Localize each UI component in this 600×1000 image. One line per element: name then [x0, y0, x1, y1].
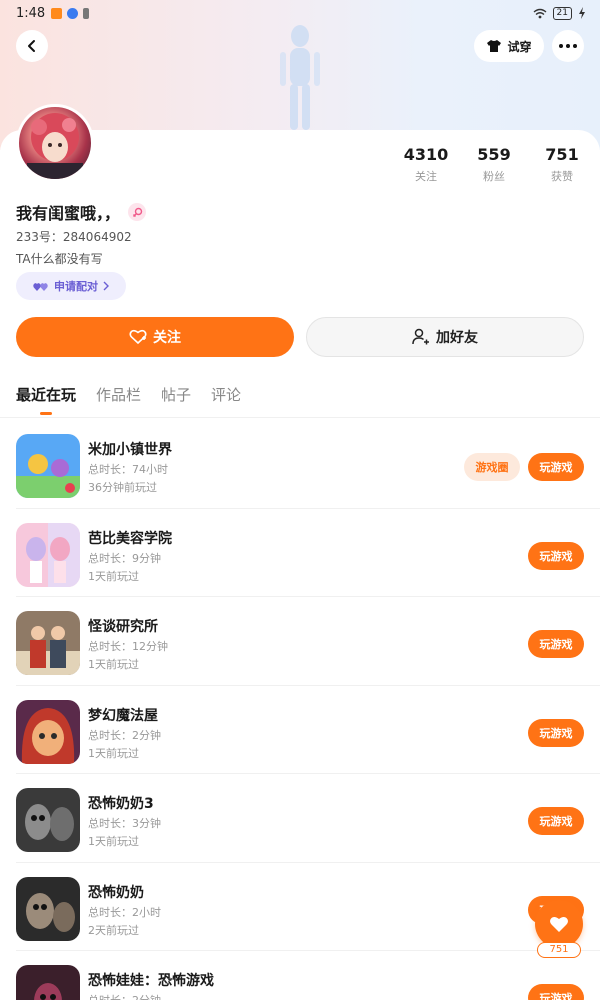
- heart-icon: [550, 916, 568, 932]
- notification-app-icon: [51, 7, 63, 19]
- floating-like-button[interactable]: [535, 900, 583, 948]
- add-friend-label: 加好友: [436, 330, 478, 346]
- nickname-text: 我有闺蜜哦，，: [16, 204, 121, 223]
- game-icon[interactable]: [16, 965, 80, 1000]
- tshirt-icon: [487, 40, 502, 52]
- stat-fans[interactable]: 559 粉丝: [464, 145, 524, 184]
- game-last-played: 1天前玩过: [88, 569, 139, 583]
- avatar-figure-silhouette: [280, 25, 320, 130]
- list-item[interactable]: 米加小镇世界 总时长：74小时 36分钟前玩过 游戏圈 玩游戏: [16, 420, 600, 509]
- play-game-button[interactable]: 玩游戏: [528, 453, 584, 481]
- battery-level: 21: [552, 6, 572, 20]
- stat-label: 粉丝: [483, 170, 505, 183]
- tab-works[interactable]: 作品栏: [96, 384, 141, 420]
- back-button[interactable]: [16, 30, 48, 62]
- game-total-duration: 总时长：12分钟: [88, 640, 168, 653]
- like-count-badge: 751: [537, 942, 581, 958]
- game-name: 梦幻魔法屋: [88, 707, 158, 724]
- stat-value: 4310: [403, 145, 449, 164]
- profile-stats: 4310 关注 559 粉丝 751 获赞: [0, 145, 600, 185]
- status-time: 1:48: [16, 5, 46, 21]
- play-game-button[interactable]: 玩游戏: [528, 984, 584, 1000]
- list-item[interactable]: 芭比美容学院 总时长：9分钟 1天前玩过 玩游戏: [16, 509, 600, 597]
- list-item[interactable]: 梦幻魔法屋 总时长：2分钟 1天前玩过 玩游戏: [16, 686, 600, 774]
- user-nickname: 我有闺蜜哦，，: [16, 200, 147, 224]
- stat-value: 559: [477, 145, 511, 164]
- game-name: 恐怖娃娃：恐怖游戏: [88, 973, 214, 989]
- user-id: 233号：284064902: [16, 230, 132, 244]
- stat-following[interactable]: 4310 关注: [396, 145, 456, 184]
- play-game-button[interactable]: 玩游戏: [528, 718, 584, 747]
- game-name: 恐怖奶奶: [88, 884, 144, 901]
- game-total-duration: 总时长：3分钟: [88, 817, 161, 830]
- more-dots-icon: [559, 44, 577, 48]
- play-game-button[interactable]: 玩游戏: [528, 630, 584, 658]
- game-icon[interactable]: [16, 434, 80, 498]
- add-friend-button[interactable]: 加好友: [306, 317, 584, 357]
- list-item[interactable]: 恐怖娃娃：恐怖游戏 总时长：2分钟 玩游戏: [16, 951, 600, 1000]
- stat-likes[interactable]: 751 获赞: [532, 145, 592, 184]
- try-on-label: 试穿: [507, 39, 532, 54]
- profile-tabs: 最近在玩 作品栏 帖子 评论: [16, 384, 241, 420]
- request-match-button[interactable]: 申请配对: [16, 272, 126, 300]
- game-name: 芭比美容学院: [88, 530, 172, 547]
- wifi-icon: [533, 8, 546, 18]
- game-last-played: 2天前玩过: [88, 923, 139, 937]
- follow-label: 关注: [153, 330, 181, 346]
- game-total-duration: 总时长：74小时: [88, 463, 168, 476]
- heart-plus-icon: [129, 329, 147, 345]
- game-total-duration: 总时长：2小时: [88, 905, 161, 919]
- request-match-label: 申请配对: [54, 280, 98, 293]
- charging-icon: [579, 7, 585, 19]
- list-item[interactable]: 恐怖奶奶3 总时长：3分钟 1天前玩过 玩游戏: [16, 774, 600, 863]
- add-user-icon: [412, 328, 429, 345]
- game-name: 米加小镇世界: [88, 442, 172, 458]
- list-item[interactable]: 怪谈研究所 总时长：12分钟 1天前玩过 玩游戏: [16, 597, 600, 686]
- notification-app-icon: [67, 7, 79, 19]
- stat-label: 关注: [415, 170, 437, 183]
- chevron-right-icon: [103, 281, 109, 291]
- game-circle-button[interactable]: 游戏圈: [464, 453, 520, 481]
- game-total-duration: 总时长：9分钟: [88, 551, 161, 565]
- divider: [0, 417, 600, 418]
- try-on-button[interactable]: 试穿: [474, 30, 544, 62]
- play-game-button[interactable]: 玩游戏: [528, 807, 584, 835]
- female-gender-icon: [128, 203, 147, 221]
- status-bar: 1:48 21: [0, 0, 600, 26]
- tab-posts[interactable]: 帖子: [161, 384, 191, 420]
- double-heart-icon: [33, 283, 48, 291]
- game-icon[interactable]: [16, 876, 80, 941]
- recently-played-list: 米加小镇世界 总时长：74小时 36分钟前玩过 游戏圈 玩游戏 芭比美容学院 总…: [0, 420, 600, 1000]
- game-icon[interactable]: [16, 522, 80, 587]
- tab-comments[interactable]: 评论: [211, 384, 241, 420]
- list-item[interactable]: 恐怖奶奶 总时长：2小时 2天前玩过 玩游戏: [16, 863, 600, 951]
- game-last-played: 36分钟前玩过: [88, 481, 157, 494]
- stat-label: 获赞: [551, 170, 573, 183]
- game-last-played: 1天前玩过: [88, 658, 139, 671]
- user-bio: TA什么都没有写: [16, 252, 103, 266]
- game-name: 怪谈研究所: [88, 619, 158, 635]
- tab-recently-played[interactable]: 最近在玩: [16, 384, 76, 420]
- status-indicators: 21: [533, 6, 586, 20]
- game-icon[interactable]: [16, 611, 80, 675]
- game-last-played: 1天前玩过: [88, 746, 139, 760]
- game-icon[interactable]: [16, 699, 80, 764]
- more-options-button[interactable]: [552, 30, 584, 62]
- chevron-left-icon: [28, 40, 35, 52]
- stat-value: 751: [545, 145, 579, 164]
- play-game-button[interactable]: 玩游戏: [528, 541, 584, 570]
- game-icon[interactable]: [16, 788, 80, 852]
- game-name: 恐怖奶奶3: [88, 796, 154, 812]
- follow-button[interactable]: 关注: [16, 317, 294, 357]
- game-last-played: 1天前玩过: [88, 835, 139, 848]
- notification-app-icon: [83, 7, 90, 19]
- game-total-duration: 总时长：2分钟: [88, 728, 161, 742]
- game-total-duration: 总时长：2分钟: [88, 992, 161, 1000]
